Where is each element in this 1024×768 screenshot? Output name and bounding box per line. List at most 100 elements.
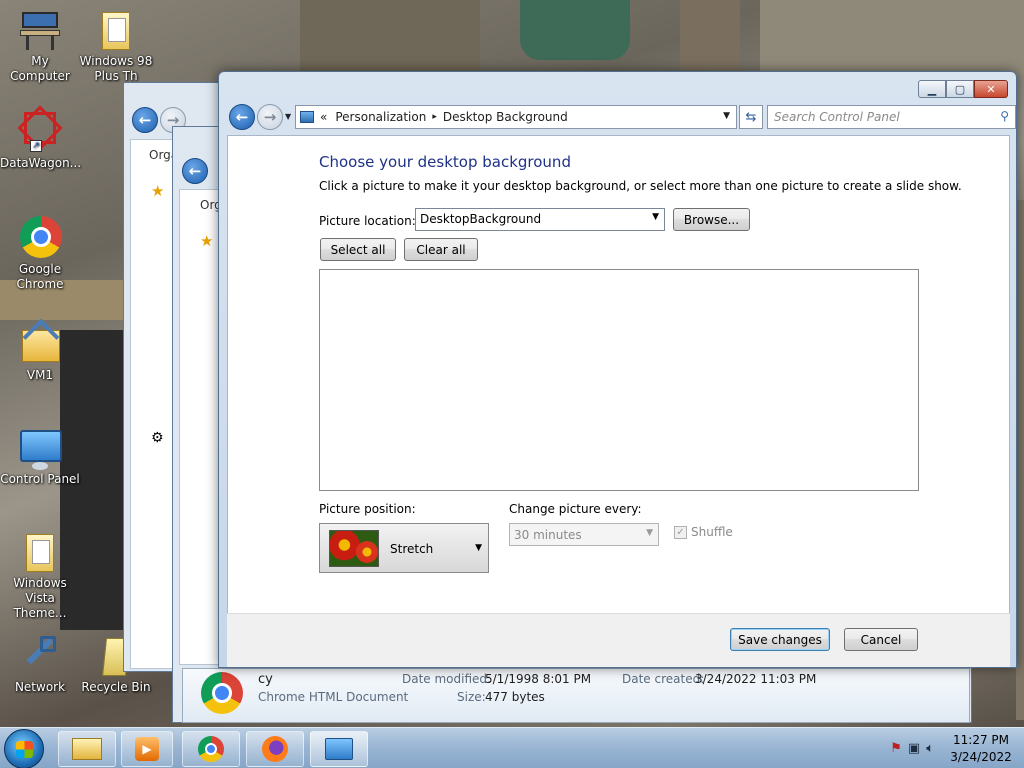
control-panel-small-icon	[300, 111, 314, 123]
date-modified-value: 5/1/1998 8:01 PM	[485, 672, 592, 686]
size-label: Size:	[457, 690, 486, 704]
desktop-icon-control-panel[interactable]: Control Panel	[0, 426, 80, 487]
taskbar: ▶ ⚑ ▣ 🔈︎ 11:27 PM 3/24/2022	[0, 727, 1024, 768]
picture-position-select[interactable]: Stretch ▼	[319, 523, 489, 573]
browse-button[interactable]: Browse...	[673, 208, 750, 231]
taskbar-chrome-button[interactable]	[182, 731, 240, 767]
minimize-button[interactable]: ▁	[918, 80, 946, 98]
network-tree-icon: ⚙	[151, 430, 164, 446]
maximize-button[interactable]: ▢	[946, 80, 974, 98]
dialog-footer: Save changes Cancel	[227, 613, 1010, 667]
page-title: Choose your desktop background	[319, 153, 571, 171]
network-icon	[18, 634, 62, 678]
favorites-star-icon: ★	[151, 182, 165, 200]
desktop-background-window[interactable]: ▁ ▢ ✕ ← → ▼ « Personalization ▸ Desktop …	[218, 71, 1017, 668]
desktop-icon-label: VM1	[26, 368, 54, 382]
minimize-icon: ▁	[927, 82, 937, 96]
clear-all-button[interactable]: Clear all	[404, 238, 478, 261]
desktop-icon-windows-vista-themes[interactable]: Windows Vista Theme...	[0, 530, 80, 621]
back-arrow-icon: ←	[235, 108, 249, 126]
favorites-star-icon: ★	[200, 232, 214, 250]
details-pane: cy Chrome HTML Document Date modified: 5…	[182, 668, 970, 723]
page-description: Click a picture to make it your desktop …	[319, 179, 962, 193]
search-placeholder: Search Control Panel	[774, 110, 900, 124]
desktop-icon-label: Windows Vista Theme...	[13, 576, 67, 620]
date-created-label: Date created:	[622, 672, 705, 686]
desktop-icon-windows-98-plus-themes[interactable]: Windows 98 Plus Th	[76, 8, 156, 84]
chevron-down-icon: ▼	[475, 543, 482, 553]
select-all-button[interactable]: Select all	[320, 238, 396, 261]
clock-date: 3/24/2022	[950, 750, 1012, 764]
address-row: ← → ▼ « Personalization ▸ Desktop Backgr…	[227, 104, 1016, 130]
taskbar-firefox-button[interactable]	[246, 731, 304, 767]
desktop-icon-label: Recycle Bin	[81, 680, 151, 694]
desktop-icon-my-computer[interactable]: My Computer	[0, 8, 80, 84]
search-icon[interactable]: ⚲	[1000, 109, 1009, 123]
taskbar-media-player-button[interactable]: ▶	[121, 731, 173, 767]
desktop-icon-network[interactable]: Network	[0, 634, 80, 695]
back-arrow-icon[interactable]: ←	[132, 107, 158, 133]
network-status-icon[interactable]: ▣	[908, 741, 920, 756]
desktop-icon-label: Network	[14, 680, 66, 694]
start-button[interactable]	[4, 729, 44, 768]
chevron-down-icon: ▼	[646, 528, 653, 538]
picture-location-value: DesktopBackground	[420, 212, 542, 226]
datawagon-star-icon: ↗	[17, 105, 63, 154]
picture-list[interactable]	[319, 269, 919, 491]
breadcrumb-overflow[interactable]: «	[320, 110, 327, 124]
taskbar-control-panel-button[interactable]	[310, 731, 368, 767]
breadcrumb-separator-icon[interactable]: ▸	[432, 112, 437, 122]
picture-location-select[interactable]: DesktopBackground ▼	[415, 208, 665, 231]
chrome-icon	[198, 736, 224, 762]
date-created-value: 3/24/2022 11:03 PM	[695, 672, 817, 686]
caption-buttons: ▁ ▢ ✕	[918, 80, 1008, 98]
close-button[interactable]: ✕	[974, 80, 1008, 98]
file-name: cy	[258, 672, 273, 687]
cancel-button[interactable]: Cancel	[844, 628, 918, 651]
change-picture-value: 30 minutes	[514, 528, 582, 542]
desktop-icon-label: Windows 98 Plus Th	[79, 54, 153, 83]
taskbar-explorer-button[interactable]	[58, 731, 116, 767]
forward-button[interactable]: →	[257, 104, 283, 130]
back-button[interactable]: ←	[229, 104, 255, 130]
save-changes-button[interactable]: Save changes	[730, 628, 830, 651]
size-value: 477 bytes	[485, 690, 545, 704]
folder-icon	[72, 738, 102, 760]
system-clock[interactable]: 11:27 PM 3/24/2022	[946, 732, 1016, 766]
recent-pages-dropdown[interactable]: ▼	[285, 112, 291, 121]
date-modified-label: Date modified:	[402, 672, 492, 686]
volume-icon[interactable]: 🔈︎	[926, 741, 934, 756]
chrome-icon	[18, 216, 62, 260]
desktop-icon-label: My Computer	[10, 54, 70, 83]
breadcrumb-personalization[interactable]: Personalization	[335, 110, 426, 124]
control-panel-icon	[18, 426, 62, 470]
forward-arrow-icon: →	[263, 108, 277, 126]
address-dropdown-icon[interactable]: ▼	[723, 111, 730, 121]
position-preview-thumbnail	[329, 530, 379, 567]
search-input[interactable]: Search Control Panel ⚲	[767, 105, 1016, 129]
content-pane: Choose your desktop background Click a p…	[227, 135, 1010, 667]
action-center-flag-icon[interactable]: ⚑	[890, 741, 902, 756]
folder-icon	[18, 530, 62, 574]
picture-position-label: Picture position:	[319, 502, 416, 516]
maximize-icon: ▢	[954, 82, 966, 96]
desktop-icon-vm1[interactable]: VM1	[0, 318, 80, 383]
desktop-icon-datawagon[interactable]: ↗ DataWagon...	[0, 105, 81, 171]
notification-area: ⚑ ▣ 🔈︎	[890, 741, 934, 756]
folder-icon	[94, 8, 138, 52]
desktop-icon-google-chrome[interactable]: Google Chrome	[0, 216, 80, 292]
refresh-button[interactable]: ⇆	[739, 105, 763, 129]
control-panel-icon	[325, 738, 353, 760]
computer-icon	[18, 8, 62, 52]
desktop-icon-label: Google Chrome	[16, 262, 64, 291]
back-arrow-icon[interactable]: ←	[182, 158, 208, 184]
checkbox-checked-icon: ✓	[674, 525, 687, 539]
change-picture-label: Change picture every:	[509, 502, 642, 516]
media-player-icon: ▶	[135, 737, 159, 761]
address-bar[interactable]: « Personalization ▸ Desktop Background ▼	[295, 105, 737, 129]
picture-location-label: Picture location:	[319, 214, 416, 228]
breadcrumb-desktop-background[interactable]: Desktop Background	[443, 110, 568, 124]
chevron-down-icon: ▼	[652, 212, 659, 222]
change-picture-select: 30 minutes ▼	[509, 523, 659, 546]
clock-time: 11:27 PM	[953, 733, 1009, 747]
